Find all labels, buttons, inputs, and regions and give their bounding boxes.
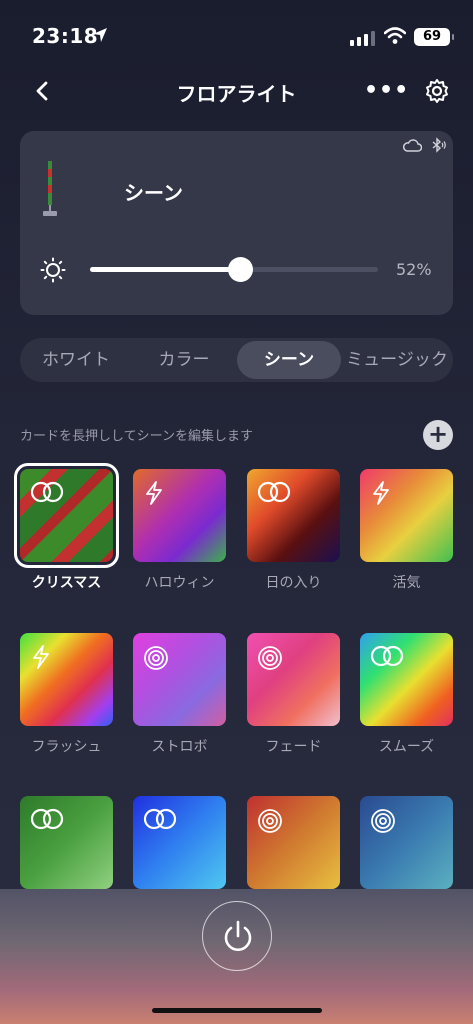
scene-card[interactable] xyxy=(247,796,340,889)
concentric-icon xyxy=(143,645,169,675)
tab-color[interactable]: カラー xyxy=(132,338,236,382)
rings-icon xyxy=(143,808,177,834)
current-scene-label: シーン xyxy=(124,181,183,205)
brightness-value: 52% xyxy=(396,260,432,279)
nav-bar: フロアライト ••• xyxy=(0,70,473,114)
power-button[interactable] xyxy=(202,901,272,971)
scene-card[interactable] xyxy=(360,469,453,562)
bolt-icon xyxy=(370,481,392,509)
brightness-slider[interactable] xyxy=(90,257,378,282)
cellular-signal-icon xyxy=(350,30,375,46)
power-panel xyxy=(0,889,473,1024)
device-card: シーン 52% xyxy=(20,131,453,315)
bolt-icon xyxy=(30,645,52,673)
scene-card-label: クリスマス xyxy=(31,575,102,591)
scene-card[interactable] xyxy=(20,633,113,726)
scene-card[interactable] xyxy=(133,633,226,726)
scene-card-label: ハロウィン xyxy=(144,575,215,591)
concentric-icon xyxy=(257,808,283,838)
wifi-icon xyxy=(384,27,406,44)
scene-card-label: スムーズ xyxy=(378,739,435,755)
scene-card[interactable] xyxy=(247,633,340,726)
more-options-button[interactable]: ••• xyxy=(364,78,409,103)
tab-scene[interactable]: シーン xyxy=(237,341,341,379)
bolt-icon xyxy=(143,481,165,509)
brightness-slider-fill xyxy=(90,267,240,272)
tab-white[interactable]: ホワイト xyxy=(20,338,132,382)
power-icon xyxy=(224,920,252,951)
location-arrow-icon xyxy=(93,28,107,42)
scene-card-label: 日の入り xyxy=(265,575,322,591)
concentric-icon xyxy=(370,808,396,838)
scene-card[interactable] xyxy=(247,469,340,562)
scene-card[interactable] xyxy=(14,463,119,568)
scene-card[interactable] xyxy=(133,469,226,562)
brightness-icon xyxy=(40,257,66,283)
scene-card-label: ストロボ xyxy=(151,739,208,755)
tab-music[interactable]: ミュージック xyxy=(341,338,453,382)
rings-icon xyxy=(257,481,291,507)
rings-icon xyxy=(370,645,404,671)
scene-card[interactable] xyxy=(360,796,453,889)
gear-icon[interactable] xyxy=(424,78,450,104)
scene-card[interactable] xyxy=(20,796,113,889)
scene-card-label: フェード xyxy=(265,739,322,755)
add-scene-button[interactable]: + xyxy=(423,420,453,450)
rings-icon xyxy=(30,808,64,834)
scene-card-label: 活気 xyxy=(392,575,421,591)
mode-tabs: ホワイト カラー シーン ミュージック xyxy=(20,338,453,382)
floor-light-icon xyxy=(43,161,57,216)
scene-card-label: フラッシュ xyxy=(31,739,102,755)
status-bar: 23:18 69 xyxy=(0,0,473,72)
home-indicator xyxy=(152,1008,322,1013)
rings-icon xyxy=(30,481,64,507)
scene-card[interactable] xyxy=(133,796,226,889)
scene-card[interactable] xyxy=(360,633,453,726)
cloud-icon xyxy=(403,139,422,152)
concentric-icon xyxy=(257,645,283,675)
battery-indicator: 69 xyxy=(414,28,454,46)
status-time: 23:18 xyxy=(32,24,99,48)
bluetooth-icon xyxy=(432,137,446,153)
brightness-slider-thumb[interactable] xyxy=(227,257,253,282)
edit-hint-text: カードを長押ししてシーンを編集します xyxy=(20,429,253,444)
